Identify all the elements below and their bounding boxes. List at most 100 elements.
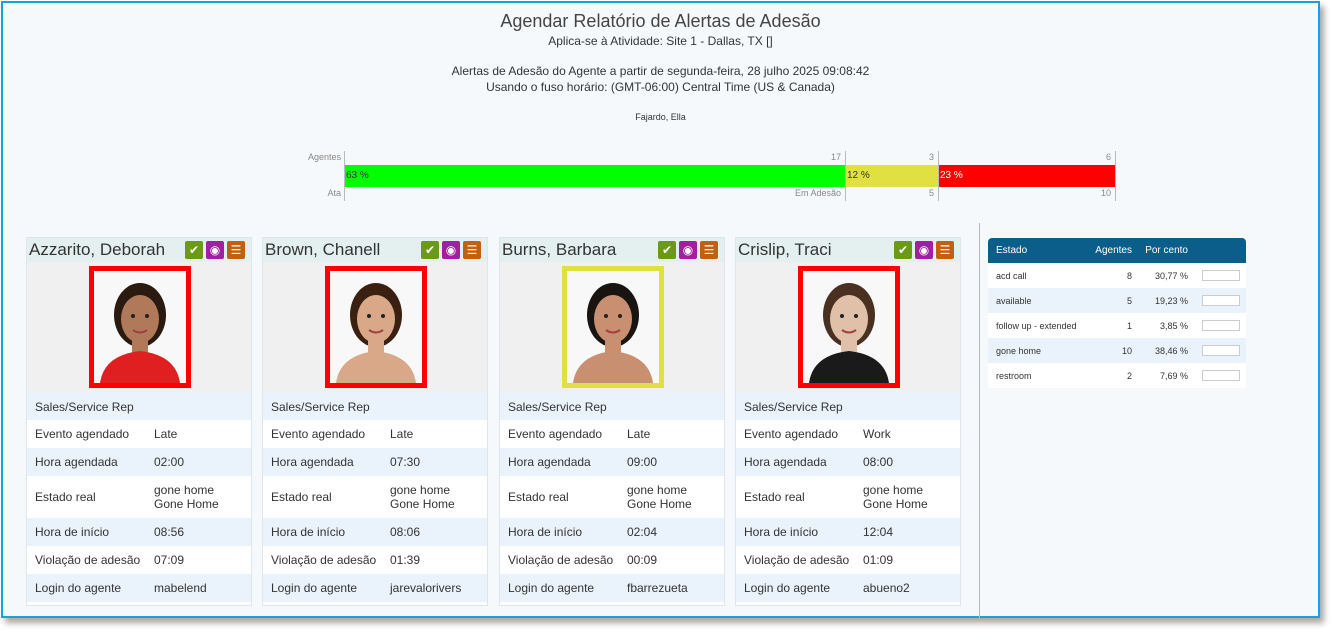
detail-key: Hora de início: [271, 525, 346, 539]
note-icon[interactable]: ☰: [700, 241, 718, 259]
bar-tick: [938, 151, 939, 201]
detail-value-line: 00:09: [627, 553, 658, 567]
agent-detail-row: Evento agendado Late: [500, 420, 724, 448]
note-icon[interactable]: ☰: [463, 241, 481, 259]
state-percent: 38,46 %: [1154, 345, 1188, 356]
detail-value-line: 01:09: [863, 553, 894, 567]
bar-label-agentes: Agentes: [307, 152, 341, 162]
state-row: follow up - extended 1 3,85 %: [988, 313, 1246, 338]
eye-icon[interactable]: ◉: [442, 241, 460, 259]
agent-actions: ✔ ◉ ☰: [185, 241, 245, 259]
note-icon[interactable]: ☰: [936, 241, 954, 259]
check-icon[interactable]: ✔: [658, 241, 676, 259]
detail-value: 08:00: [863, 455, 893, 469]
check-icon[interactable]: ✔: [185, 241, 203, 259]
detail-value-line: 12:04: [863, 525, 894, 539]
vertical-divider: [979, 223, 980, 619]
detail-value: gone home Gone Home: [154, 483, 219, 511]
detail-value-line: 07:30: [390, 455, 421, 469]
detail-key: Login do agente: [35, 581, 122, 595]
detail-value: gone home Gone Home: [390, 483, 455, 511]
percent-bar: [1202, 270, 1240, 281]
detail-value: jarevalorivers: [390, 581, 461, 595]
alert-timestamp-line: Alertas de Adesão do Agente a partir de …: [451, 64, 870, 78]
detail-value: 09:00: [627, 455, 657, 469]
state-agents: 8: [1126, 270, 1132, 281]
state-agents: 5: [1126, 295, 1132, 306]
detail-value-line: gone home: [627, 483, 688, 497]
col-agentes: Agentes: [1095, 245, 1132, 256]
detail-value: 12:04: [863, 525, 893, 539]
agent-detail-row: Hora de início 12:04: [736, 518, 960, 546]
percent-bar: [1202, 295, 1240, 306]
agent-role: Sales/Service Rep: [500, 392, 724, 420]
agent-name[interactable]: Brown, Chanell: [265, 240, 380, 260]
detail-value: 07:09: [154, 553, 184, 567]
agent-detail-row: Hora agendada 02:00: [27, 448, 251, 476]
avatar-icon: [567, 271, 659, 383]
report-subtitle: Aplica-se à Atividade: Site 1 - Dallas, …: [548, 34, 773, 48]
note-icon[interactable]: ☰: [227, 241, 245, 259]
bar-segment-3: 23 %: [938, 165, 1115, 187]
agent-role: Sales/Service Rep: [27, 392, 251, 420]
detail-value-line: gone home: [154, 483, 215, 497]
detail-value-line2: Gone Home: [154, 497, 219, 511]
agent-photo: [798, 266, 900, 388]
agent-card: Brown, Chanell ✔ ◉ ☰ Sales/Service Rep Evento…: [262, 237, 488, 606]
detail-value: gone home Gone Home: [863, 483, 928, 511]
eye-icon[interactable]: ◉: [915, 241, 933, 259]
agent-detail-row: Login do agente mabelend: [27, 574, 251, 602]
agent-card: Burns, Barbara ✔ ◉ ☰ Sales/Service Rep Evento…: [499, 237, 725, 606]
agent-card: Azzarito, Deborah ✔ ◉ ☰ Sales/Service Rep Eve…: [26, 237, 252, 606]
detail-value-line2: Gone Home: [390, 497, 455, 511]
agent-photo: [89, 266, 191, 388]
agent-name[interactable]: Burns, Barbara: [502, 240, 616, 260]
state-row: acd call 8 30,77 %: [988, 263, 1246, 288]
adherence-bar-chart: Agentes Ata 63 % 12 % 23 % 17 Em Adesão 3 5 6 1…: [293, 149, 1123, 203]
agent-name[interactable]: Azzarito, Deborah: [29, 240, 165, 260]
bar-bottom-label: 5: [928, 188, 934, 198]
detail-key: Violação de adesão: [744, 553, 850, 567]
state-agents: 10: [1121, 345, 1132, 356]
agent-card-header: Azzarito, Deborah ✔ ◉ ☰: [27, 238, 251, 262]
timezone-line: Usando o fuso horário: (GMT-06:00) Centr…: [486, 80, 835, 94]
bar-count-label: 3: [928, 152, 934, 162]
bar-label-ata: Ata: [327, 188, 341, 198]
detail-value: Late: [627, 427, 650, 441]
detail-value: abueno2: [863, 581, 910, 595]
eye-icon[interactable]: ◉: [679, 241, 697, 259]
agent-detail-row: Hora de início 08:06: [263, 518, 487, 546]
detail-key: Login do agente: [271, 581, 358, 595]
eye-icon[interactable]: ◉: [206, 241, 224, 259]
bar-tick: [845, 151, 846, 201]
agent-card: Crislip, Traci ✔ ◉ ☰ Sales/Service Rep Evento…: [735, 237, 961, 606]
agent-detail-row: Violação de adesão 01:09: [736, 546, 960, 574]
report-title: Agendar Relatório de Alertas de Adesão: [500, 11, 821, 31]
state-name: available: [996, 295, 1032, 306]
detail-key: Evento agendado: [271, 427, 366, 441]
detail-key: Estado real: [508, 490, 569, 504]
detail-key: Hora agendada: [35, 455, 118, 469]
detail-value-line: jarevalorivers: [390, 581, 462, 595]
detail-value: mabelend: [154, 581, 207, 595]
state-percent: 19,23 %: [1154, 295, 1188, 306]
detail-value-line2: Gone Home: [863, 497, 928, 511]
state-row: available 5 19,23 %: [988, 288, 1246, 313]
check-icon[interactable]: ✔: [894, 241, 912, 259]
detail-value: 00:09: [627, 553, 657, 567]
agent-actions: ✔ ◉ ☰: [894, 241, 954, 259]
agent-photo-area: [736, 262, 960, 392]
agent-photo-area: [500, 262, 724, 392]
agent-photo-area: [27, 262, 251, 392]
state-summary-table: Estado Agentes Por cento acd call 8 30,77 …: [988, 238, 1246, 388]
agent-detail-row: Estado real gone home Gone Home: [27, 476, 251, 518]
agent-detail-row: Estado real gone home Gone Home: [736, 476, 960, 518]
selected-agent-name: Fajardo, Ella: [635, 112, 686, 122]
report-header: Agendar Relatório de Alertas de Adesão A…: [3, 11, 1318, 122]
state-name: acd call: [996, 270, 1027, 281]
check-icon[interactable]: ✔: [421, 241, 439, 259]
detail-value: fbarrezueta: [627, 581, 688, 595]
agent-name[interactable]: Crislip, Traci: [738, 240, 832, 260]
agent-detail-row: Violação de adesão 01:39: [263, 546, 487, 574]
detail-key: Hora de início: [35, 525, 110, 539]
